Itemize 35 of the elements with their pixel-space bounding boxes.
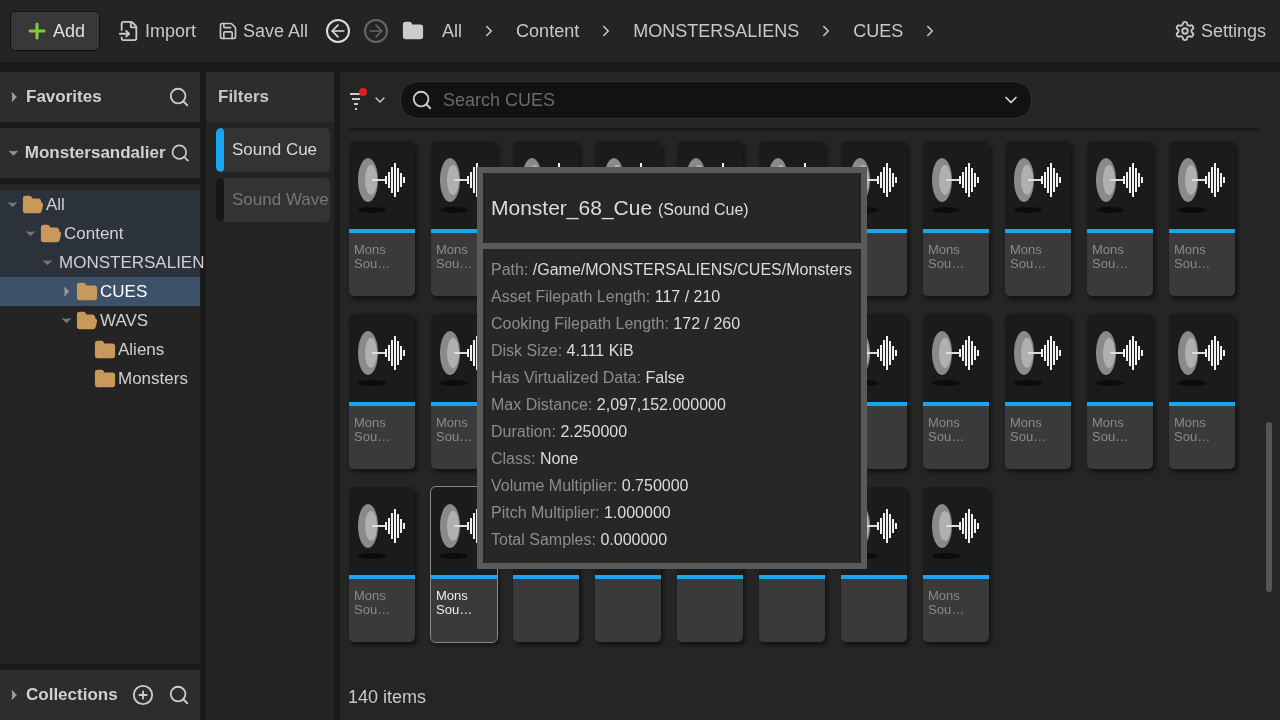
asset-type: Sou… — [927, 603, 966, 617]
item-count: 140 items — [348, 685, 428, 709]
panel-title: Monstersandalier — [24, 143, 166, 163]
asset-name: Mons — [1009, 416, 1043, 430]
panel-title: Favorites — [26, 87, 103, 107]
asset-name: Mons — [435, 416, 469, 430]
panel-title: Collections — [26, 685, 119, 705]
asset-type: Sou… — [435, 257, 474, 271]
asset-type: Sou… — [435, 430, 474, 444]
asset-name: Mons — [1173, 243, 1207, 257]
asset-name: Mons — [435, 243, 469, 257]
asset-name: Mons — [1091, 416, 1125, 430]
asset-type: Sou… — [1091, 430, 1130, 444]
asset-name: Mons — [435, 589, 469, 603]
asset-type: Sou… — [353, 603, 392, 617]
asset-type: Sou… — [927, 430, 966, 444]
asset-name: Mons — [1173, 416, 1207, 430]
asset-name: Mons — [927, 416, 961, 430]
asset-type: Sou… — [927, 257, 966, 271]
asset-name: Mons — [927, 243, 961, 257]
asset-name: Mons — [353, 243, 387, 257]
asset-name: Mons — [1091, 243, 1125, 257]
asset-name: Mons — [353, 416, 387, 430]
asset-name: Mons — [1009, 243, 1043, 257]
asset-type: Sou… — [1173, 257, 1212, 271]
asset-name: Mons — [353, 589, 387, 603]
asset-type: Sou… — [353, 257, 392, 271]
asset-type: Sou… — [1009, 257, 1048, 271]
asset-type: Sou… — [1009, 430, 1048, 444]
asset-type: Sou… — [1091, 257, 1130, 271]
asset-type: Sou… — [353, 430, 392, 444]
asset-type: Sou… — [1173, 430, 1212, 444]
filters-header: Filters — [206, 72, 334, 122]
asset-name: Mons — [927, 589, 961, 603]
asset-type: Sou… — [435, 603, 474, 617]
